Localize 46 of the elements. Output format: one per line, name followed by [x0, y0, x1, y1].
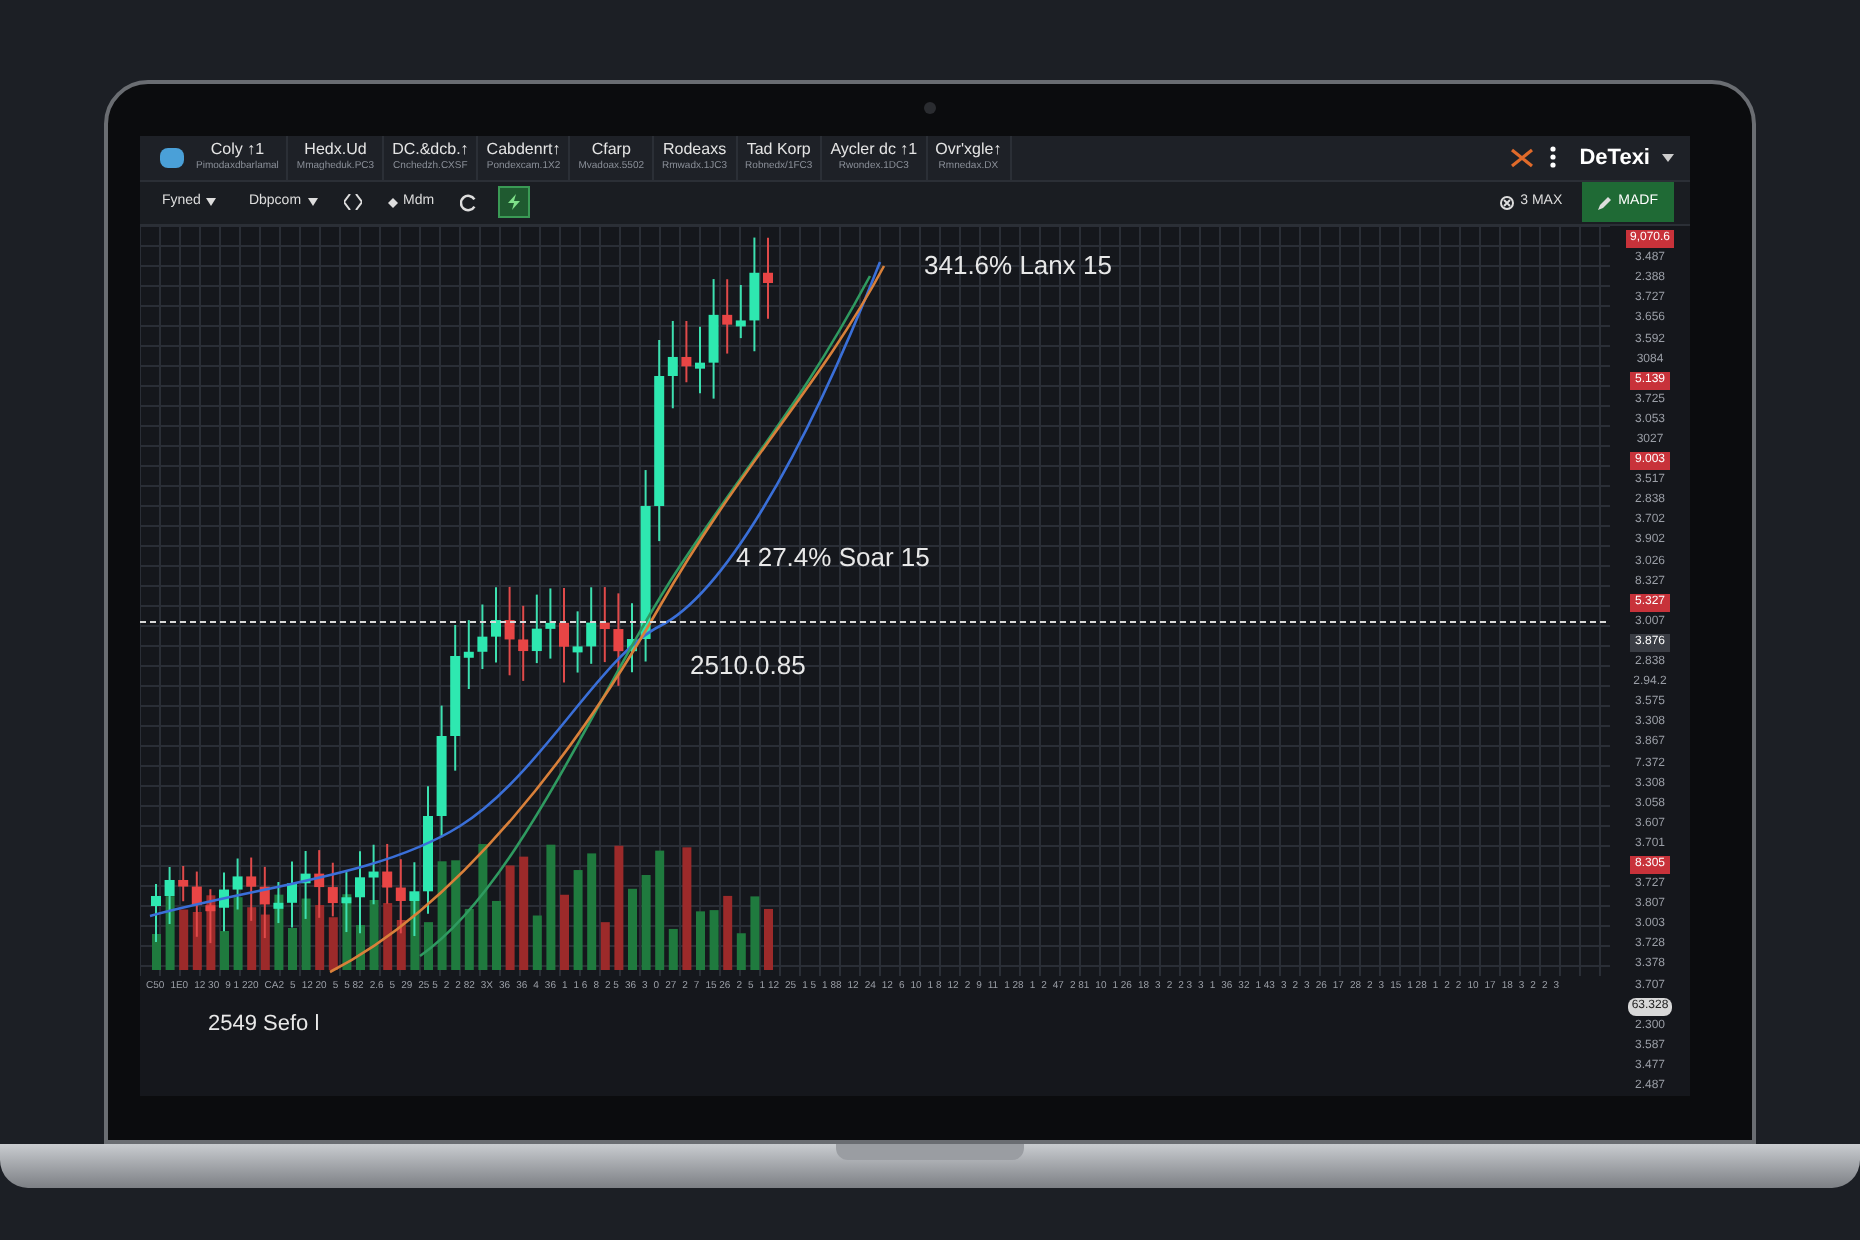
- candle: [232, 857, 243, 911]
- candle: [695, 325, 705, 395]
- candle: [559, 587, 569, 684]
- chart-annotation: 2510.0.85: [690, 648, 806, 685]
- cancel-icon: [1500, 195, 1515, 210]
- candle: [681, 320, 692, 384]
- candle: [368, 843, 379, 906]
- candle: [341, 871, 352, 934]
- candle: [273, 881, 284, 925]
- candle: [423, 785, 433, 915]
- candle: [151, 883, 161, 944]
- candle: [355, 850, 365, 935]
- chart-annotation: 4 27.4% Soar 15: [736, 540, 930, 577]
- candle: [763, 236, 773, 320]
- logo-icon: [1509, 145, 1534, 170]
- pencil-icon: [1598, 195, 1613, 210]
- candle: [205, 888, 216, 945]
- candle: [627, 602, 637, 674]
- candle: [572, 610, 583, 674]
- candle: [749, 236, 760, 353]
- chart-annotation: 341.6% Lanx 15: [924, 248, 1112, 285]
- candle: [613, 592, 624, 687]
- lightning-icon: [508, 194, 521, 211]
- candle: [164, 866, 175, 926]
- brand-name[interactable]: DeTexi: [1579, 141, 1650, 175]
- more-icon[interactable]: [1549, 146, 1556, 169]
- candle: [504, 586, 515, 677]
- caret-icon[interactable]: [1662, 153, 1674, 162]
- candle: [477, 603, 488, 671]
- camera-icon: [924, 102, 936, 114]
- candle: [409, 861, 420, 938]
- candle: [436, 704, 447, 839]
- bracket-icon[interactable]: [343, 194, 362, 211]
- candle: [287, 860, 297, 929]
- indicator-toggle[interactable]: [498, 186, 531, 219]
- caret-icon: [206, 198, 217, 207]
- caret-icon: [307, 198, 318, 207]
- diamond-icon: [387, 197, 398, 208]
- candle: [491, 586, 501, 664]
- candle: [300, 850, 311, 921]
- app-logo-icon: [160, 147, 184, 168]
- candle: [219, 871, 229, 933]
- footer-note: 2549 Sefo l: [208, 1010, 322, 1041]
- refresh-icon[interactable]: [460, 193, 479, 212]
- candle: [545, 587, 556, 660]
- candle: [708, 278, 719, 400]
